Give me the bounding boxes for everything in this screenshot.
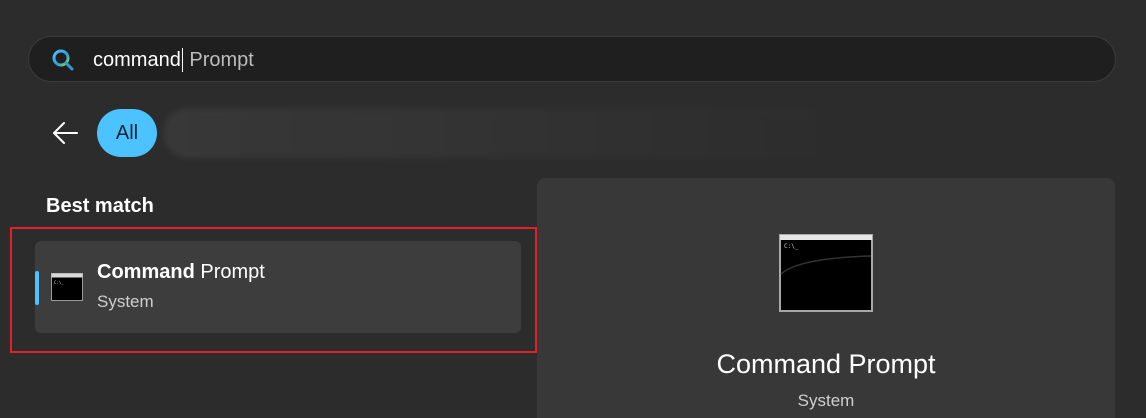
- search-autocomplete-suggestion: Prompt: [183, 48, 254, 71]
- start-search-window: command Prompt All Best match C:\_ Comma…: [0, 0, 1146, 418]
- back-arrow-icon[interactable]: [50, 118, 80, 148]
- result-title-rest: Prompt: [194, 261, 265, 283]
- result-subtitle: System: [97, 292, 154, 311]
- result-title-match: Command: [97, 261, 195, 283]
- search-box[interactable]: command Prompt: [28, 36, 1116, 82]
- preview-subtitle: System: [797, 391, 855, 410]
- search-icon: [52, 49, 74, 71]
- best-match-heading: Best match: [46, 195, 154, 217]
- svg-text:C:\_: C:\_: [54, 280, 64, 285]
- svg-text:C:\_: C:\_: [784, 243, 799, 250]
- blurred-filter-bar: [163, 108, 843, 158]
- result-title: Command Prompt: [97, 261, 265, 284]
- preview-title: Command Prompt: [716, 349, 936, 379]
- filter-all-button[interactable]: All: [97, 109, 157, 157]
- text-caret: [181, 48, 183, 72]
- search-typed-text: command: [93, 48, 181, 71]
- command-prompt-icon: C:\_: [779, 234, 873, 312]
- selection-indicator: [35, 271, 39, 305]
- command-prompt-icon: C:\_: [51, 273, 83, 301]
- result-command-prompt[interactable]: C:\_ Command Prompt System: [35, 241, 521, 333]
- search-input[interactable]: command Prompt: [93, 37, 254, 83]
- preview-panel: C:\_ Command Prompt System: [537, 178, 1115, 418]
